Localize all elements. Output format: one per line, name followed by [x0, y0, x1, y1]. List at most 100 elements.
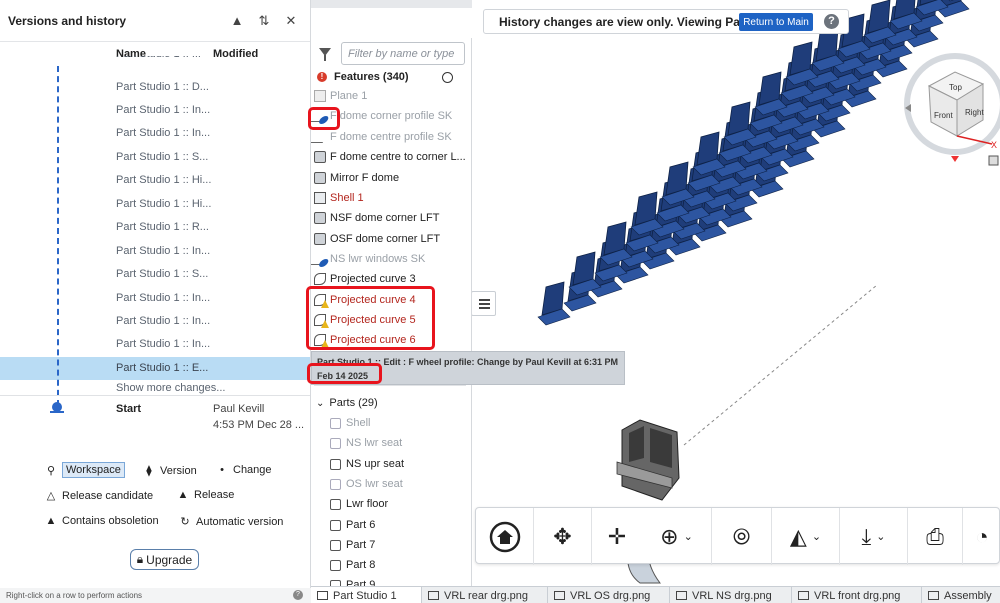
- feature-item[interactable]: NS lwr windows SK: [311, 249, 469, 269]
- section-icon: ⦾: [732, 523, 751, 549]
- feature-item[interactable]: Shell 1: [314, 188, 469, 208]
- table-row[interactable]: Part Studio 1 :: In...: [0, 99, 310, 122]
- graphics-viewport[interactable]: Top Front Right X: [472, 0, 1000, 588]
- home-view-button[interactable]: [476, 508, 534, 565]
- table-row-selected[interactable]: Part Studio 1 :: E...: [0, 357, 310, 380]
- version-marker-icon: ⧫: [146, 465, 152, 477]
- feature-item[interactable]: Plane 1: [314, 86, 469, 106]
- feature-item[interactable]: NSF dome corner LFT: [314, 208, 469, 228]
- row-label: Part Studio 1 :: S...: [116, 151, 209, 163]
- view-cube[interactable]: Top Front Right X: [897, 38, 1000, 168]
- part-item[interactable]: Lwr floor: [330, 494, 388, 514]
- view-toolbar: ✥ ✛ ⊕ ⌄ ⦾ ◭ ⌄ ⤓ ⌄ ⎙ ◔: [475, 507, 1000, 565]
- part-item[interactable]: Shell: [330, 413, 370, 433]
- part-icon: [330, 559, 341, 571]
- history-timeline: [57, 66, 59, 406]
- history-list: Part Studio 1 :: ... Part Studio 1 :: D.…: [0, 56, 310, 396]
- help-icon[interactable]: ?: [293, 590, 303, 600]
- filter-icon[interactable]: [319, 48, 331, 61]
- part-item[interactable]: Part 7: [330, 535, 375, 555]
- rotate-button[interactable]: ✥: [534, 508, 592, 565]
- export-button[interactable]: ⤓ ⌄: [840, 508, 908, 565]
- legend-release-candidate: △ Release candidate: [43, 489, 153, 503]
- cube-right-label[interactable]: Right: [965, 108, 984, 117]
- change-marker-icon: •: [220, 464, 224, 476]
- section-view-button[interactable]: ⦾: [712, 508, 772, 565]
- table-row[interactable]: Part Studio 1 :: D...: [0, 76, 310, 99]
- filter-input[interactable]: Filter by name or type: [341, 42, 465, 65]
- table-row[interactable]: Part Studio 1 :: In...: [0, 287, 310, 310]
- close-icon[interactable]: ✕: [280, 10, 302, 32]
- tab-image[interactable]: VRL rear drg.png: [422, 587, 548, 603]
- tab-image[interactable]: VRL NS drg.png: [670, 587, 792, 603]
- measure-button[interactable]: ◔: [963, 508, 1000, 565]
- part-item[interactable]: OS lwr seat: [330, 474, 403, 494]
- release-filter-icon[interactable]: ▲: [226, 10, 248, 32]
- table-row[interactable]: Part Studio 1 :: S...: [0, 146, 310, 169]
- table-row[interactable]: Part Studio 1 :: Hi...: [0, 193, 310, 216]
- cube-front-label[interactable]: Front: [934, 111, 953, 120]
- tab-image[interactable]: VRL front drg.png: [792, 587, 922, 603]
- row-label: Part Studio 1 :: E...: [116, 362, 209, 374]
- pan-button[interactable]: ✛: [592, 508, 642, 565]
- list-toggle-button[interactable]: [471, 291, 496, 316]
- tab-image[interactable]: VRL OS drg.png: [548, 587, 670, 603]
- row-label: Part Studio 1 :: ...: [116, 56, 201, 60]
- part-item[interactable]: Part 9: [330, 575, 375, 586]
- row-label: Part Studio 1 :: R...: [116, 221, 209, 233]
- help-icon[interactable]: ?: [824, 14, 839, 29]
- sketch-error-icon: [311, 253, 330, 267]
- feature-item[interactable]: F dome centre profile SK: [311, 127, 469, 147]
- measure-line: [683, 284, 878, 446]
- chevron-down-icon: ⌄: [683, 531, 693, 543]
- render-icon: ◭: [789, 523, 807, 549]
- table-row[interactable]: Part Studio 1 :: In...: [0, 310, 310, 333]
- tab-assembly[interactable]: Assembly: [922, 587, 1000, 603]
- table-row[interactable]: Part Studio 1 :: In...: [0, 333, 310, 356]
- feature-item[interactable]: OSF dome corner LFT: [314, 229, 469, 249]
- single-seat: [616, 419, 680, 501]
- parts-header[interactable]: ⌄ Parts (29): [314, 393, 469, 413]
- feature-item[interactable]: Mirror F dome: [314, 168, 469, 188]
- render-mode-button[interactable]: ◭ ⌄: [772, 508, 840, 565]
- stopwatch-icon[interactable]: [442, 72, 453, 83]
- start-label[interactable]: Start: [116, 403, 141, 415]
- table-row[interactable]: Part Studio 1 :: Hi...: [0, 169, 310, 192]
- highlight-box: [307, 363, 382, 384]
- obsoletion-icon: ▲: [45, 515, 57, 527]
- row-label: Part Studio 1 :: In...: [116, 245, 211, 257]
- legend-release: ▲ Release: [175, 489, 235, 501]
- zoom-button[interactable]: ⊕ ⌄: [642, 508, 712, 565]
- print-button[interactable]: ⎙: [908, 508, 963, 565]
- table-row[interactable]: Part Studio 1 :: In...: [0, 240, 310, 263]
- part-icon: [330, 437, 341, 449]
- download-icon: ⤓: [861, 523, 872, 549]
- tab-part-studio[interactable]: Part Studio 1: [311, 587, 422, 603]
- show-more-link[interactable]: Show more changes...: [116, 382, 225, 394]
- lock-icon: 🔒︎: [136, 552, 144, 566]
- part-item[interactable]: Part 6: [330, 515, 375, 535]
- row-label: Part Studio 1 :: In...: [116, 315, 211, 327]
- upgrade-button[interactable]: 🔒︎ Upgrade: [130, 549, 199, 570]
- table-row[interactable]: Part Studio 1 :: S...: [0, 263, 310, 286]
- rotate-down-icon[interactable]: [951, 156, 959, 162]
- chevron-down-icon: ⌄: [876, 531, 886, 543]
- part-icon: [330, 539, 341, 551]
- feature-item[interactable]: F dome centre to corner L...: [314, 147, 469, 167]
- part-item[interactable]: NS lwr seat: [330, 433, 402, 453]
- panel-title: Versions and history: [8, 13, 127, 28]
- zoom-icon: ⊕: [660, 523, 679, 549]
- cube-top-label[interactable]: Top: [949, 83, 962, 92]
- return-to-main-button[interactable]: Return to Main: [739, 13, 813, 31]
- view-mode-icon[interactable]: [988, 155, 999, 166]
- plane-icon: [314, 90, 326, 102]
- chevron-down-icon: ⌄: [811, 531, 822, 543]
- compare-icon[interactable]: ⇅: [253, 10, 275, 32]
- start-time: 4:53 PM Dec 28 ...: [213, 419, 305, 431]
- part-item[interactable]: NS upr seat: [330, 454, 404, 474]
- table-row[interactable]: Part Studio 1 :: ...: [0, 56, 310, 66]
- table-row[interactable]: Part Studio 1 :: R...: [0, 216, 310, 239]
- part-item[interactable]: Part 8: [330, 555, 375, 575]
- versions-history-panel: Versions and history ▲ ⇅ ✕ Name Modified…: [0, 0, 311, 588]
- table-row[interactable]: Part Studio 1 :: In...: [0, 122, 310, 145]
